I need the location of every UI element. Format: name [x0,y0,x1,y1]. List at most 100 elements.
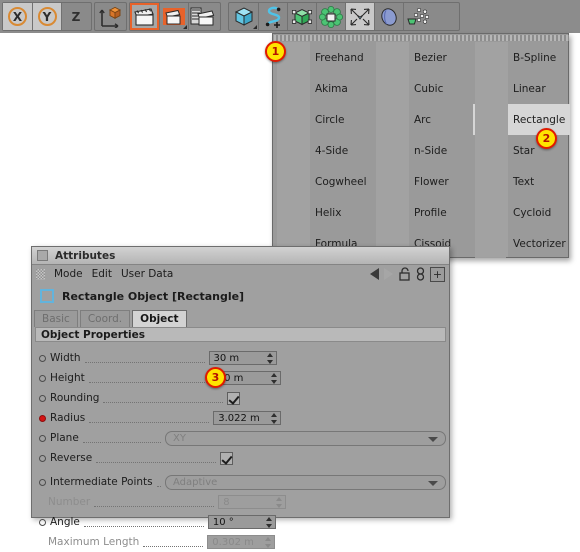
menu-item-label: Bezier [414,51,447,64]
animation-track-dot[interactable] [39,394,46,402]
angle-stepper[interactable] [265,517,272,528]
link-chain-icon[interactable] [416,267,425,281]
angle-value: 10 ° [212,516,234,528]
render-settings-button[interactable] [188,3,217,30]
animation-track-dot[interactable] [39,434,46,442]
attributes-title-bar[interactable]: Attributes [32,247,449,265]
menu-item-label: Akima [315,82,348,95]
window-icon [37,250,48,261]
number-stepper[interactable] [276,497,283,508]
nav-forward-button[interactable] [384,268,393,280]
tab-basic[interactable]: Basic [34,310,78,327]
animation-track-dot[interactable] [39,478,46,486]
leader-dots [143,537,204,547]
maximum-length-stepper[interactable] [265,537,272,548]
leader-dots [156,477,161,487]
icon-column-background [376,42,409,257]
width-stepper[interactable] [266,353,273,364]
property-row-plane: Plane XY [35,428,446,448]
leader-dots [103,393,224,403]
intermediate-points-select[interactable]: Adaptive [165,474,446,490]
plane-select[interactable]: XY [165,430,446,446]
intermediate-points-value: Adaptive [173,476,218,488]
spline-tools-button[interactable] [258,3,287,30]
menu-drag-grip[interactable] [274,35,569,41]
rounding-checkbox[interactable] [227,391,241,405]
menu-item-label: 4-Side [315,144,349,157]
animation-track-dot[interactable] [39,454,46,462]
primitive-cube-button[interactable] [229,3,258,30]
menu-mode[interactable]: Mode [54,268,83,280]
radius-input[interactable]: 3.022 m [213,411,282,425]
generators-button[interactable] [287,3,316,30]
cube-icon [234,7,253,26]
radius-value: 3.022 m [218,412,260,424]
maximum-length-input[interactable]: 0.302 m [207,535,276,549]
animation-track-dot[interactable] [39,518,46,526]
number-input[interactable]: 8 [218,495,287,509]
deformers-button[interactable] [316,3,345,30]
menu-drag-grip[interactable] [36,268,45,280]
add-tab-button[interactable]: + [430,266,445,282]
environment-icon [381,7,397,26]
flyout-corner-marker [253,25,257,29]
environment-button[interactable] [374,3,403,30]
render-view-icon [133,8,154,26]
attributes-title: Attributes [55,249,116,262]
lock-icon[interactable] [398,267,411,281]
callout-badge-1: 1 [265,41,286,62]
radius-label: Radius [50,412,86,424]
render-view-button[interactable] [130,3,159,30]
radius-stepper[interactable] [271,413,278,424]
y-axis-toggle[interactable]: Y [32,3,61,30]
tab-coord[interactable]: Coord. [79,310,131,327]
object-create-group [228,2,460,31]
menu-edit[interactable]: Edit [92,268,112,280]
menu-item-label: Freehand [315,51,364,64]
world-object-axis-group [94,2,127,31]
property-row-number: Number 8 [35,492,446,512]
leader-dots [88,373,209,383]
nav-back-button[interactable] [370,268,379,280]
width-value: 30 m [213,352,240,364]
scene-arrows-icon [350,7,370,26]
width-label: Width [50,352,81,364]
attributes-nav-controls: + [370,265,445,283]
animation-keyframe-dot[interactable] [39,414,46,422]
world-object-axis-toggle[interactable] [95,3,126,30]
menu-user-data[interactable]: User Data [121,268,173,280]
reverse-checkbox[interactable] [220,451,234,465]
object-properties-title: Object Properties [41,328,145,341]
spline-menu-column-3: B-Spline Linear Rectangle Star Text Cycl… [473,42,570,258]
x-axis-label: X [8,7,27,26]
property-row-height: Height 30 m [35,368,446,388]
render-region-button[interactable] [159,3,188,30]
height-label: Height [50,372,85,384]
width-input[interactable]: 30 m [208,351,277,365]
particles-button[interactable] [403,3,432,30]
property-row-width: Width 30 m [35,348,446,368]
y-axis-label: Y [37,7,57,26]
deformer-icon [319,5,343,28]
main-toolbar: X Y Z [0,0,580,33]
z-axis-toggle[interactable]: Z [61,3,90,30]
scene-objects-button[interactable] [345,3,374,30]
x-axis-toggle[interactable]: X [3,3,32,30]
height-stepper[interactable] [270,373,277,384]
icon-column-background [475,42,508,257]
leader-dots [96,453,217,463]
menu-item-label: Flower [414,175,449,188]
animation-track-dot[interactable] [39,374,46,382]
tab-object[interactable]: Object [132,310,187,327]
leader-dots [89,413,210,423]
render-region-icon [163,8,185,25]
maximum-length-value: 0.302 m [212,536,254,548]
angle-input[interactable]: 10 ° [207,515,276,529]
attributes-menu-bar: Mode Edit User Data + [32,265,449,283]
render-group [129,2,221,31]
axis-lock-group: X Y Z [2,2,92,31]
animation-track-dot[interactable] [39,354,46,362]
menu-item-label: Circle [315,113,345,126]
property-row-reverse: Reverse [35,448,446,468]
spline-menu-column-2: Bezier Cubic Arc n-Side Flower Profile C… [374,42,471,258]
